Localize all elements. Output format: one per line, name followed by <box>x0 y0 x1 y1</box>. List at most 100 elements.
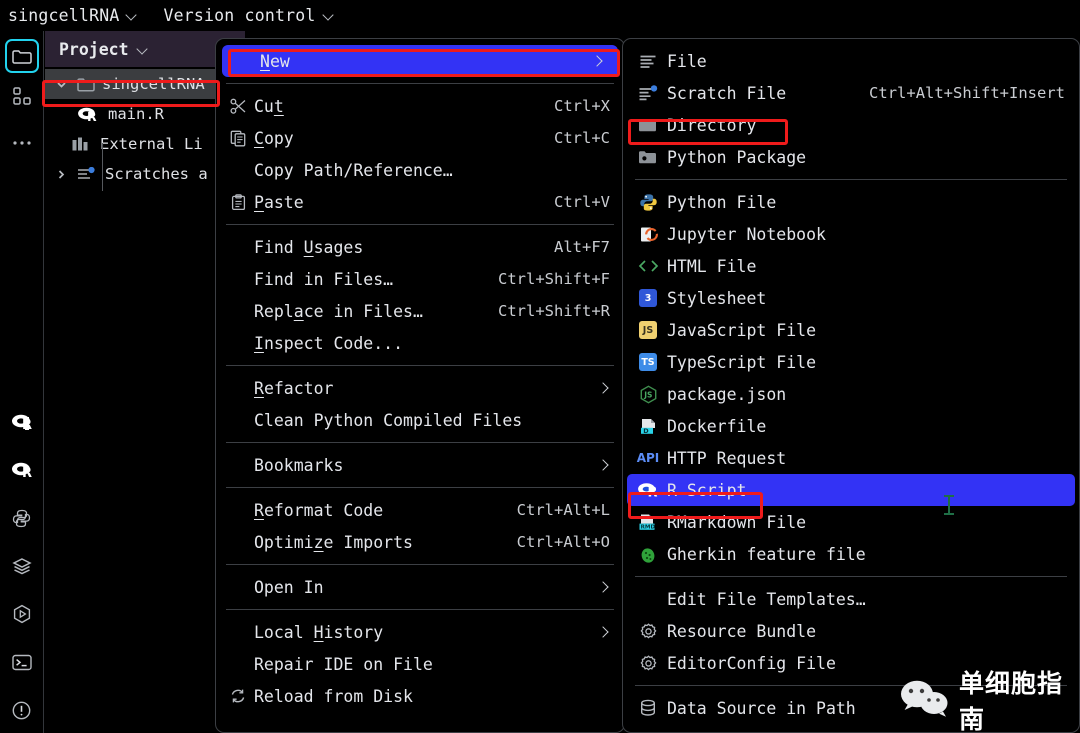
menu-item-replace-in-files[interactable]: Replace in Files… Ctrl+Shift+R <box>216 295 624 327</box>
top-bar: singcellRNA Version control <box>0 0 1080 31</box>
submenu-item-typescript-file[interactable]: TS TypeScript File <box>623 346 1079 378</box>
context-menu: New Cut Ctrl+X Copy Ctrl+C Copy Path/Ref… <box>215 38 625 733</box>
menu-item-inspect-code[interactable]: Inspect Code... <box>216 327 624 359</box>
menu-separator <box>226 224 614 225</box>
menu-item-local-history[interactable]: Local History <box>216 616 624 648</box>
menu-item-clean-python-compiled-files[interactable]: Clean Python Compiled Files <box>216 404 624 436</box>
menu-item-cut[interactable]: Cut Ctrl+X <box>216 90 624 122</box>
submenu-item-label: R Script <box>667 480 747 500</box>
menu-item-reformat-code[interactable]: Reformat Code Ctrl+Alt+L <box>216 494 624 526</box>
copy-icon <box>226 130 250 147</box>
project-name-dropdown[interactable]: singcellRNA <box>2 3 143 29</box>
submenu-item-file[interactable]: File <box>623 45 1079 77</box>
rail-item-database[interactable] <box>5 551 39 585</box>
rail-item-more[interactable] <box>5 123 39 157</box>
submenu-item-label: HTML File <box>667 256 757 276</box>
rail-item-python-console[interactable] <box>5 503 39 537</box>
database-icon <box>635 699 661 717</box>
tree-node-label: singcellRNA <box>102 75 205 93</box>
tree-node-label: External Li <box>100 135 203 153</box>
submenu-item-http-request[interactable]: API HTTP Request <box>623 442 1079 474</box>
menu-item-paste[interactable]: Paste Ctrl+V <box>216 186 624 218</box>
menu-separator <box>226 487 614 488</box>
submenu-item-stylesheet[interactable]: 3 Stylesheet <box>623 282 1079 314</box>
rail-item-terminal[interactable] <box>5 647 39 681</box>
menu-item-open-in[interactable]: Open In <box>216 571 624 603</box>
menu-item-reload-from-disk[interactable]: Reload from Disk <box>216 680 624 712</box>
submenu-item-label: package.json <box>667 384 787 404</box>
submenu-item-package-json[interactable]: JS package.json <box>623 378 1079 410</box>
gear-icon <box>635 622 661 641</box>
menu-item-label: Repair IDE on File <box>254 654 433 674</box>
folder-icon <box>11 48 32 64</box>
docker-icon: D <box>635 417 661 435</box>
chevron-right-icon <box>592 55 604 67</box>
menu-item-label: Cut <box>254 96 284 116</box>
submenu-item-r-script[interactable]: R R Script <box>627 474 1075 506</box>
menu-item-copy-path-reference[interactable]: Copy Path/Reference… <box>216 154 624 186</box>
submenu-item-gherkin-feature-file[interactable]: Gherkin feature file <box>623 538 1079 570</box>
menu-item-new[interactable]: New <box>222 45 618 77</box>
tool-window-rail: R R <box>0 31 44 733</box>
python-package-icon <box>635 149 661 165</box>
cucumber-icon <box>635 545 661 564</box>
submenu-item-edit-file-templates[interactable]: Edit File Templates… <box>623 583 1079 615</box>
submenu-item-shortcut: Ctrl+Alt+Shift+Insert <box>869 84 1065 102</box>
api-icon: API <box>636 451 660 465</box>
submenu-item-javascript-file[interactable]: JS JavaScript File <box>623 314 1079 346</box>
text-cursor-icon <box>944 495 954 515</box>
submenu-item-python-package[interactable]: Python Package <box>623 141 1079 173</box>
menu-item-find-in-files[interactable]: Find in Files… Ctrl+Shift+F <box>216 263 624 295</box>
svg-text:RMD: RMD <box>641 525 656 531</box>
svg-text:R: R <box>22 418 32 431</box>
gear-icon <box>635 654 661 673</box>
menu-item-label: New <box>260 51 290 71</box>
submenu-item-resource-bundle[interactable]: Resource Bundle <box>623 615 1079 647</box>
menu-item-optimize-imports[interactable]: Optimize Imports Ctrl+Alt+O <box>216 526 624 558</box>
watermark: 单细胞指南 <box>898 664 1080 733</box>
rail-item-project-folder[interactable] <box>4 39 39 73</box>
menu-item-shortcut: Ctrl+Alt+O <box>516 533 610 551</box>
rail-item-run[interactable] <box>5 599 39 633</box>
rail-item-structure[interactable] <box>5 81 39 115</box>
submenu-item-label: Gherkin feature file <box>667 544 866 564</box>
menu-item-label: Reload from Disk <box>254 686 413 706</box>
submenu-item-scratch-file[interactable]: Scratch File Ctrl+Alt+Shift+Insert <box>623 77 1079 109</box>
menu-item-bookmarks[interactable]: Bookmarks <box>216 449 624 481</box>
submenu-item-rmarkdown-file[interactable]: RMD RMarkdown File <box>623 506 1079 538</box>
version-control-dropdown[interactable]: Version control <box>157 3 339 29</box>
r-logo-icon: R <box>11 413 33 435</box>
svg-text:R: R <box>22 466 32 479</box>
svg-text:JS: JS <box>643 390 652 399</box>
chevron-right-icon <box>598 626 610 638</box>
wechat-icon <box>898 678 950 722</box>
submenu-item-directory[interactable]: Directory <box>623 109 1079 141</box>
rail-item-r-console-1[interactable]: R <box>5 407 39 441</box>
chevron-right-icon <box>598 581 610 593</box>
tree-guide-line <box>102 143 103 191</box>
submenu-item-html-file[interactable]: HTML File <box>623 250 1079 282</box>
html-icon <box>635 259 661 273</box>
submenu-separator <box>635 179 1067 180</box>
scratch-icon <box>77 166 96 182</box>
submenu-item-label: Stylesheet <box>667 288 767 308</box>
expand-chevron-right-icon[interactable] <box>51 169 71 180</box>
menu-item-shortcut: Ctrl+Alt+L <box>516 501 610 519</box>
python-icon <box>12 509 31 532</box>
menu-item-copy[interactable]: Copy Ctrl+C <box>216 122 624 154</box>
rail-item-r-console-2[interactable]: R <box>5 455 39 489</box>
submenu-item-python-file[interactable]: Python File <box>623 186 1079 218</box>
submenu-item-dockerfile[interactable]: D Dockerfile <box>623 410 1079 442</box>
submenu-item-label: RMarkdown File <box>667 512 807 532</box>
rail-item-problems[interactable] <box>5 695 39 729</box>
menu-item-refactor[interactable]: Refactor <box>216 372 624 404</box>
expand-chevron-icon[interactable] <box>51 79 71 90</box>
scrollbar[interactable] <box>1076 38 1079 733</box>
menu-item-shortcut: Ctrl+X <box>554 97 610 115</box>
menu-item-label: Replace in Files… <box>254 301 423 321</box>
menu-item-repair-ide-on-file[interactable]: Repair IDE on File <box>216 648 624 680</box>
menu-item-label: Copy <box>254 128 294 148</box>
menu-item-find-usages[interactable]: Find Usages Alt+F7 <box>216 231 624 263</box>
submenu-item-jupyter-notebook[interactable]: Jupyter Notebook <box>623 218 1079 250</box>
submenu-item-label: Jupyter Notebook <box>667 224 826 244</box>
